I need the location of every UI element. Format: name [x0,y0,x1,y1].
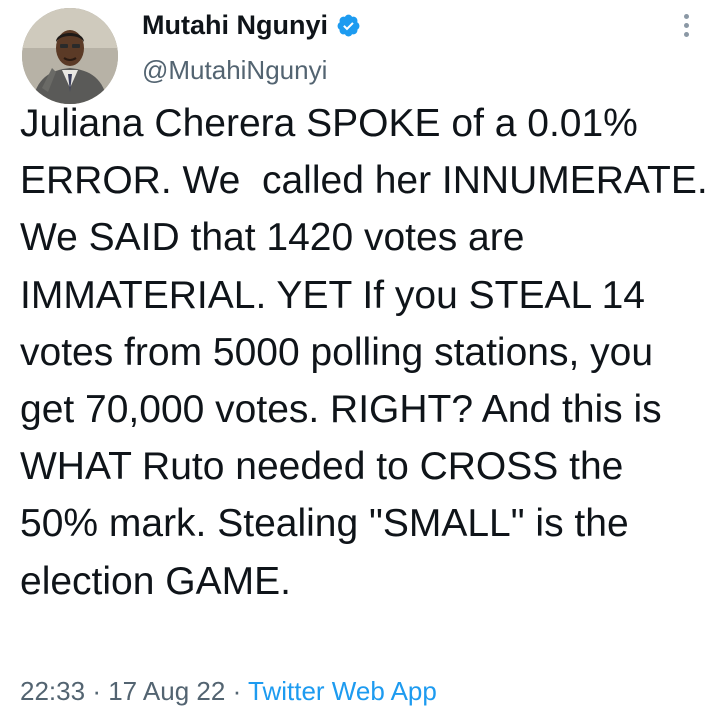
tweet-meta: 22:33 · 17 Aug 22 · Twitter Web App [20,673,437,709]
tweet-text: Juliana Cherera SPOKE of a 0.01% ERROR. … [20,102,719,603]
tweet-time[interactable]: 22:33 [20,676,85,706]
tweet-source-link[interactable]: Twitter Web App [248,676,437,706]
tweet-date[interactable]: 17 Aug 22 [108,676,225,706]
user-handle[interactable]: @MutahiNgunyi [142,54,662,86]
tweet-card: Mutahi Ngunyi @MutahiNgunyi Juliana Cher… [0,0,720,724]
display-name[interactable]: Mutahi Ngunyi [142,8,328,42]
tweet-header: Mutahi Ngunyi @MutahiNgunyi [142,8,662,86]
name-row: Mutahi Ngunyi [142,8,662,42]
meta-separator-2: · [232,676,242,706]
more-options-icon[interactable] [679,14,693,42]
avatar[interactable] [22,8,118,104]
verified-badge-icon [336,13,361,38]
meta-separator: · [92,676,101,706]
